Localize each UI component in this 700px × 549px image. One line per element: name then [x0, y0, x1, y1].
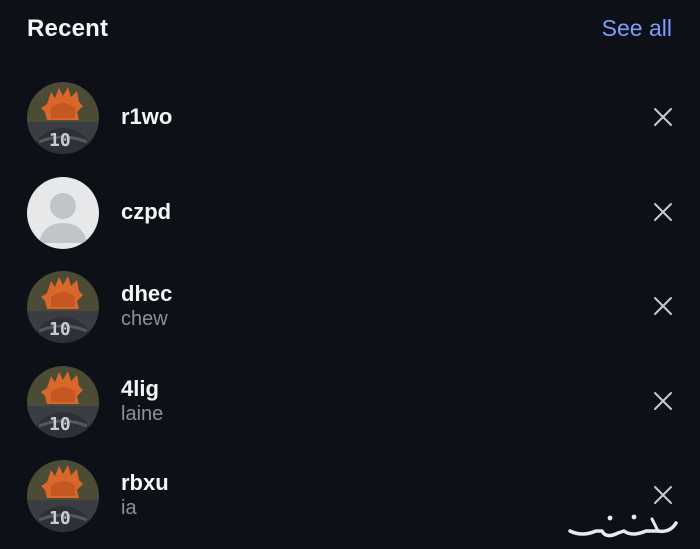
close-icon[interactable]	[652, 295, 674, 317]
item-texts: 4lig laine	[121, 354, 163, 449]
list-item[interactable]: 10 dhec chew	[0, 259, 700, 354]
recent-header: Recent See all	[0, 0, 700, 62]
svg-text:10: 10	[49, 508, 71, 529]
item-texts: rbxu ia	[121, 448, 169, 543]
list-item[interactable]: czpd	[0, 165, 700, 260]
username: rbxu	[121, 470, 169, 496]
close-icon[interactable]	[652, 484, 674, 506]
see-all-link[interactable]: See all	[602, 15, 672, 42]
profile-photo-icon: 10	[27, 271, 99, 343]
profile-photo-icon: 10	[27, 460, 99, 532]
display-name: chew	[121, 308, 168, 331]
close-icon[interactable]	[652, 106, 674, 128]
avatar[interactable]: 10	[27, 82, 99, 154]
item-texts: r1wo	[121, 70, 172, 165]
avatar[interactable]	[27, 176, 99, 249]
username: r1wo	[121, 104, 173, 130]
username: dhec	[121, 281, 173, 307]
avatar[interactable]: 10	[27, 365, 99, 438]
close-icon[interactable]	[652, 201, 674, 223]
svg-text:10: 10	[49, 414, 71, 435]
recent-screen: Recent See all 10 r1wo czpd 10 dhec chew…	[0, 0, 700, 549]
default-avatar-icon	[27, 176, 99, 249]
section-title: Recent	[27, 15, 109, 42]
username: 4lig	[121, 375, 159, 401]
avatar[interactable]: 10	[27, 271, 99, 343]
list-item[interactable]: 10 r1wo	[0, 70, 700, 165]
display-name: ia	[121, 497, 137, 520]
avatar[interactable]: 10	[27, 460, 99, 532]
recent-list: 10 r1wo czpd 10 dhec chew 10 4lig laine …	[0, 70, 700, 543]
profile-photo-icon: 10	[27, 82, 99, 154]
item-texts: czpd	[121, 165, 171, 260]
list-item[interactable]: 10 4lig laine	[0, 354, 700, 449]
watermark-logo	[562, 509, 682, 543]
svg-text:10: 10	[49, 130, 71, 151]
item-texts: dhec chew	[121, 259, 172, 354]
display-name: laine	[121, 402, 164, 425]
username: czpd	[121, 198, 172, 224]
close-icon[interactable]	[652, 390, 674, 412]
profile-photo-icon: 10	[27, 365, 99, 438]
svg-text:10: 10	[49, 319, 71, 340]
